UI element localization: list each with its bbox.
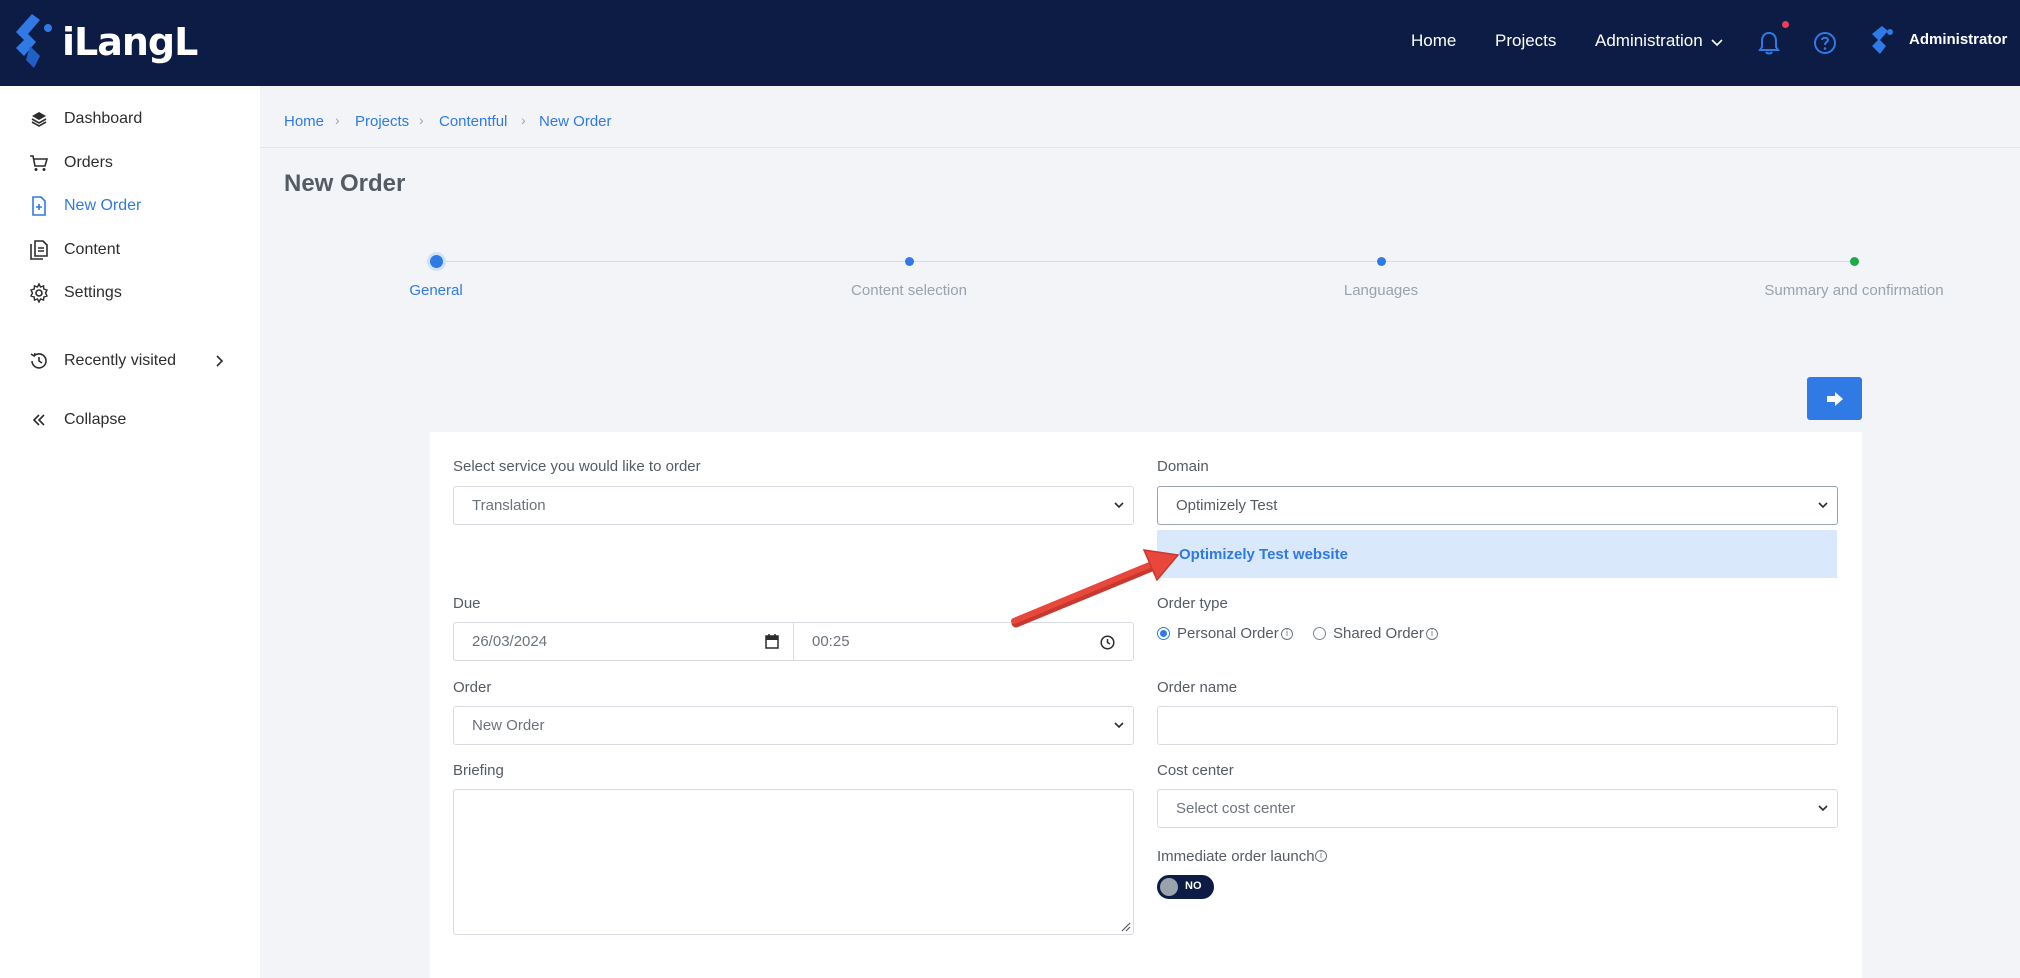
annotation-arrow	[1011, 549, 1180, 628]
